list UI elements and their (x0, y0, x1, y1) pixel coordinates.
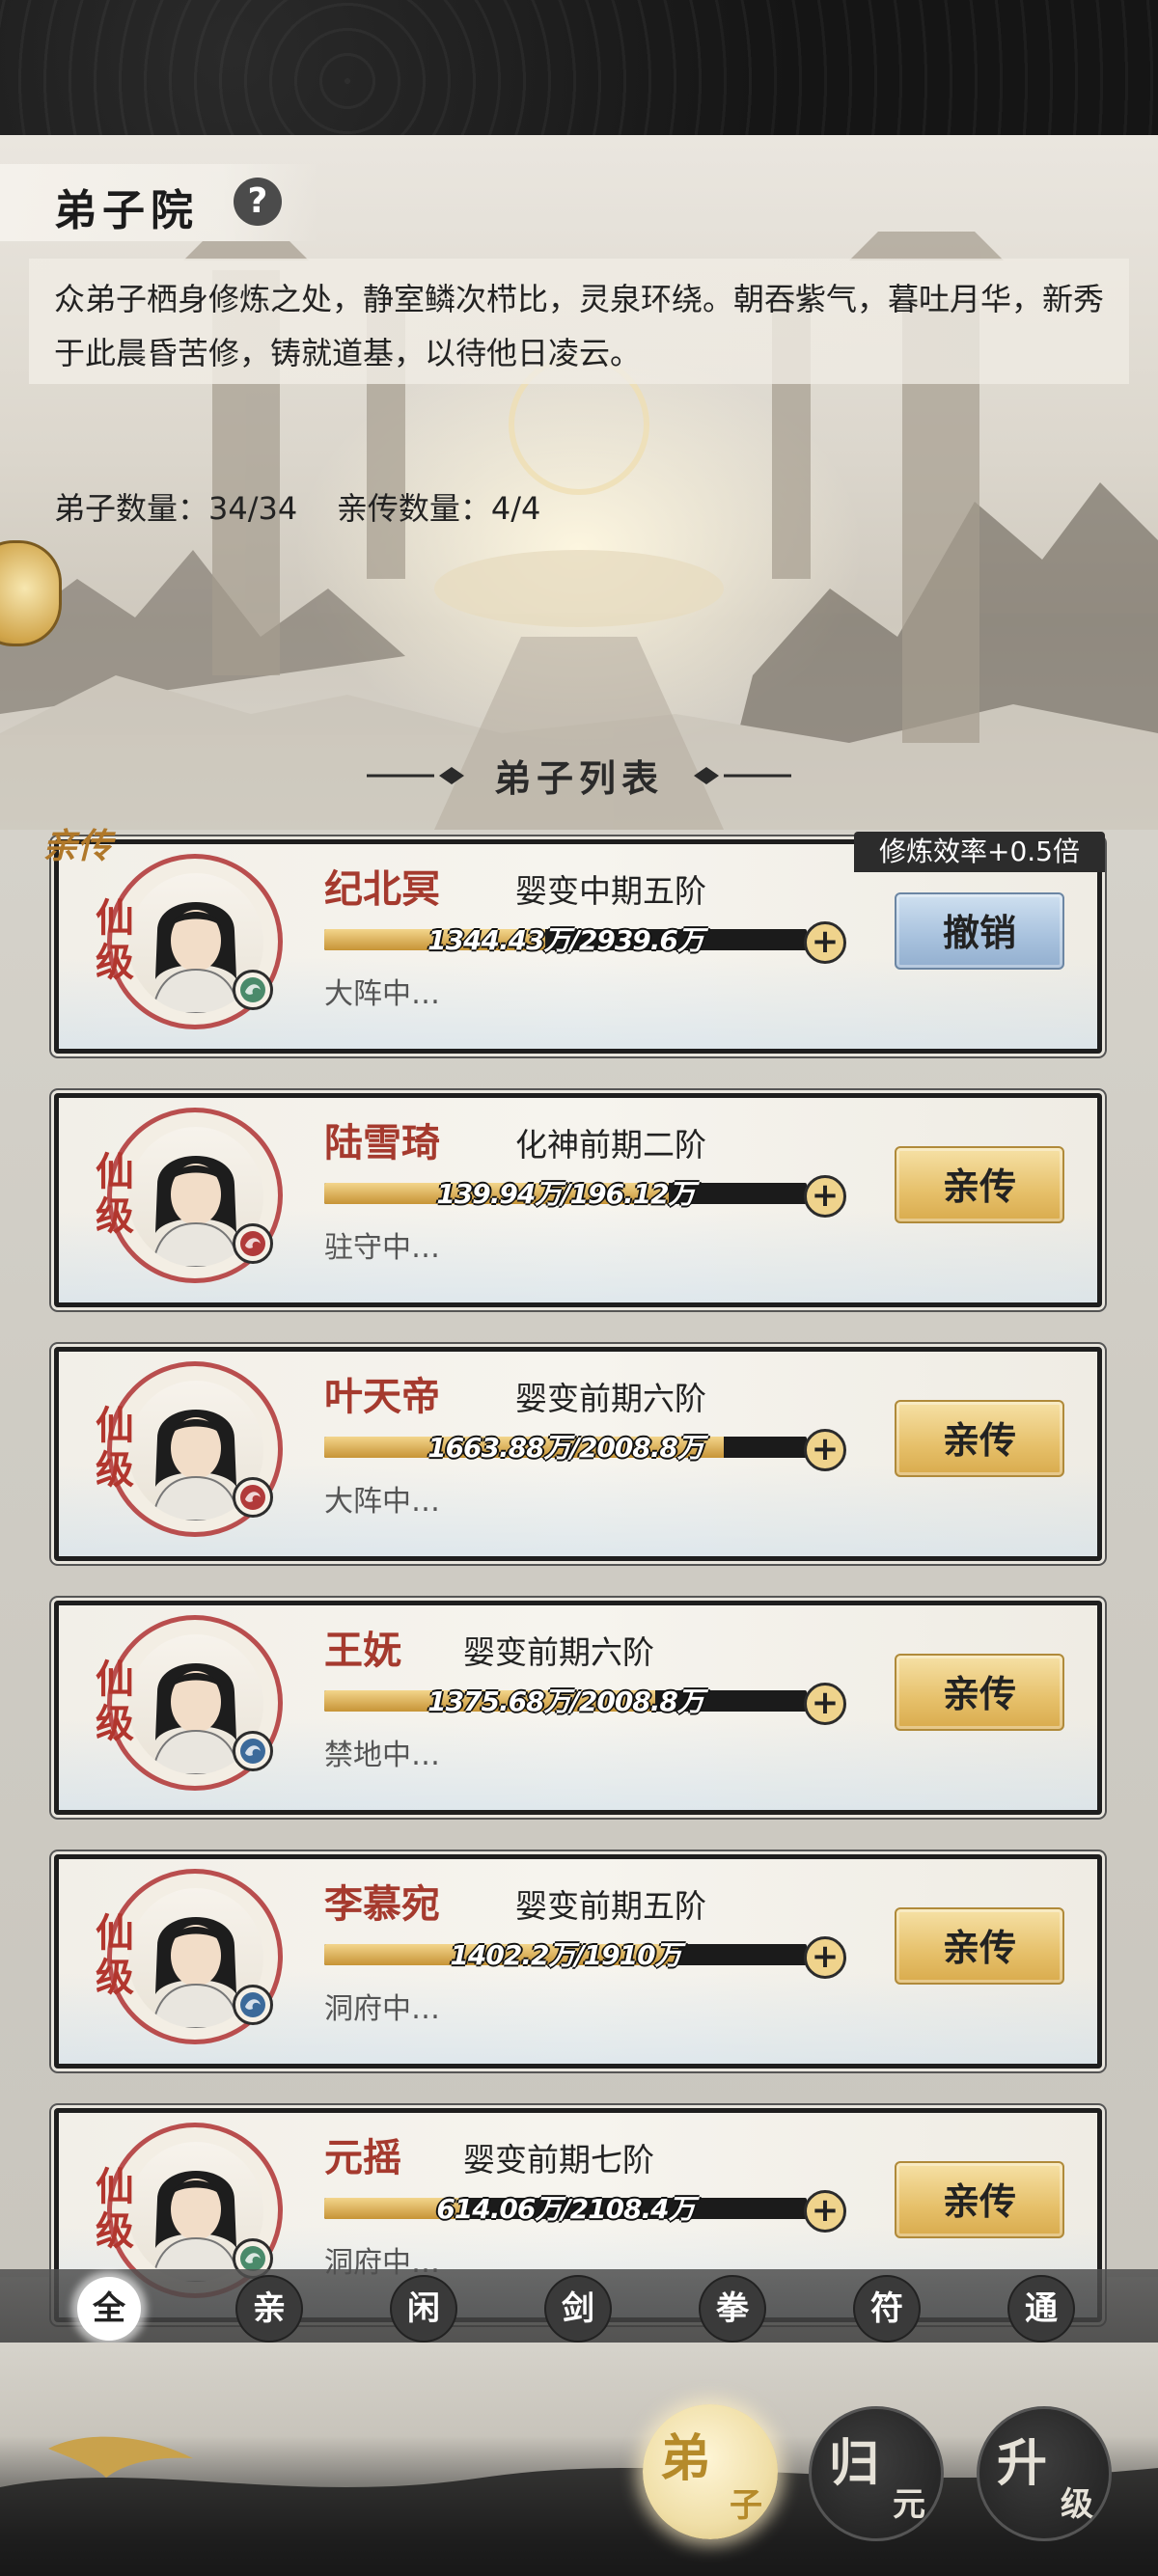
cultivation-progress-bar: 614.06万/2108.4万 (324, 2193, 807, 2225)
upgrade-nav-button[interactable]: 升 级 (977, 2406, 1112, 2541)
cultivation-progress-text: 1402.2万/1910万 (450, 1939, 681, 1971)
disciple-card[interactable]: 仙级 王妩 婴变前期六阶 1375.68万/2008.8万 + 禁地中… 亲传 (54, 1601, 1102, 1815)
disciple-realm: 婴变前期六阶 (515, 1380, 706, 1417)
title-ornament-right-icon (694, 767, 791, 784)
disciple-name: 王妩 (324, 1629, 401, 1673)
disciple-nav-sublabel: 子 (730, 2486, 762, 2525)
filter-talisman-button[interactable]: 符 (855, 2277, 919, 2341)
cultivation-progress-text: 1344.43万/2939.6万 (427, 924, 704, 956)
cultivation-progress-bar: 1402.2万/1910万 (324, 1939, 807, 1971)
fire-element-icon (233, 1477, 273, 1518)
section-label: 亲传 (42, 827, 113, 866)
disciple-card[interactable]: 仙级 李慕宛 婴变前期五阶 1402.2万/1910万 + 洞府中… 亲传 (54, 1854, 1102, 2069)
help-icon[interactable]: ? (234, 178, 282, 226)
return-nav-button[interactable]: 归 元 (809, 2406, 944, 2541)
page-description: 众弟子栖身修炼之处，静室鳞次栉比，灵泉环绕。朝吞紫气，暮吐月华，新秀于此晨昏苦修… (54, 281, 1105, 371)
disciple-realm: 婴变中期五阶 (515, 872, 706, 910)
disciple-name: 元摇 (324, 2136, 401, 2180)
disciple-realm: 婴变前期五阶 (515, 1887, 706, 1925)
disciple-realm: 婴变前期六阶 (463, 1633, 654, 1671)
disciple-name: 叶天帝 (324, 1375, 440, 1419)
grade-label: 仙级 (96, 895, 134, 985)
filter-fist-button[interactable]: 拳 (701, 2277, 764, 2341)
disciple-name: 纪北冥 (324, 867, 440, 912)
cultivation-progress-bar: 1344.43万/2939.6万 (324, 924, 807, 956)
disciple-name: 李慕宛 (324, 1882, 440, 1927)
add-cultivation-button[interactable]: + (804, 921, 846, 964)
disciple-card[interactable]: 仙级 陆雪琦 化神前期二阶 139.94万/196.12万 + 驻守中… 亲传 (54, 1093, 1102, 1307)
disciple-status: 大阵中… (324, 977, 440, 1011)
cultivation-progress-text: 139.94万/196.12万 (436, 1178, 695, 1210)
return-nav-sublabel: 元 (893, 2485, 925, 2524)
grade-label: 仙级 (96, 1403, 134, 1493)
disciple-card[interactable]: 仙级 叶天帝 婴变前期六阶 1663.88万/2008.8万 + 大阵中… 亲传 (54, 1347, 1102, 1561)
filter-sword-button[interactable]: 剑 (546, 2277, 610, 2341)
wind-element-icon (233, 970, 273, 1010)
add-cultivation-button[interactable]: + (804, 1936, 846, 1979)
top-banner (0, 0, 1158, 135)
add-cultivation-button[interactable]: + (804, 2190, 846, 2233)
disciple-realm: 婴变前期七阶 (463, 2141, 654, 2179)
upgrade-nav-sublabel: 级 (1061, 2485, 1093, 2524)
disciple-status: 禁地中… (324, 1739, 440, 1772)
cultivation-progress-bar: 1375.68万/2008.8万 (324, 1685, 807, 1717)
grade-label: 仙级 (96, 1149, 134, 1239)
appoint-direct-button[interactable]: 亲传 (895, 1907, 1064, 1985)
add-cultivation-button[interactable]: + (804, 1175, 846, 1218)
disciple-counts: 弟子数量：34/34 亲传数量：4/4 (54, 490, 541, 527)
efficiency-tag: 修炼效率+0.5倍 (854, 832, 1105, 872)
cultivation-progress-text: 1375.68万/2008.8万 (427, 1685, 704, 1717)
list-title-header: 弟子列表 (367, 741, 791, 805)
disciple-realm: 化神前期二阶 (515, 1126, 706, 1164)
disciple-name: 陆雪琦 (324, 1121, 440, 1165)
cultivation-progress-bar: 1663.88万/2008.8万 (324, 1432, 807, 1464)
filter-all-button[interactable]: 全 (77, 2277, 141, 2341)
disciple-nav-button[interactable]: 弟 子 (643, 2404, 778, 2539)
appoint-direct-button[interactable]: 亲传 (895, 1654, 1064, 1731)
disciple-status: 大阵中… (324, 1485, 440, 1519)
disciple-nav-label: 弟 (660, 2429, 711, 2488)
filter-idle-button[interactable]: 闲 (392, 2277, 455, 2341)
cultivation-progress-bar: 139.94万/196.12万 (324, 1178, 807, 1210)
water-element-icon (233, 1731, 273, 1771)
filter-direct-button[interactable]: 亲 (237, 2277, 301, 2341)
add-cultivation-button[interactable]: + (804, 1683, 846, 1725)
appoint-direct-button[interactable]: 亲传 (895, 2161, 1064, 2238)
grade-label: 仙级 (96, 1657, 134, 1746)
page-title: 弟子院 (54, 186, 199, 235)
disciple-status: 驻守中… (324, 1231, 440, 1265)
cultivation-progress-text: 614.06万/2108.4万 (436, 2193, 695, 2225)
disciple-status: 洞府中… (324, 1992, 440, 2026)
fire-element-icon (233, 1223, 273, 1264)
water-element-icon (233, 1985, 273, 2025)
filter-general-button[interactable]: 通 (1009, 2277, 1073, 2341)
appoint-direct-button[interactable]: 亲传 (895, 1400, 1064, 1477)
add-cultivation-button[interactable]: + (804, 1429, 846, 1471)
appoint-direct-button[interactable]: 亲传 (895, 1146, 1064, 1223)
return-nav-label: 归 (829, 2434, 880, 2493)
grade-label: 仙级 (96, 2164, 134, 2254)
upgrade-nav-label: 升 (997, 2434, 1048, 2493)
grade-label: 仙级 (96, 1910, 134, 2000)
revoke-button[interactable]: 撤销 (895, 892, 1064, 970)
cultivation-progress-text: 1663.88万/2008.8万 (427, 1432, 704, 1464)
